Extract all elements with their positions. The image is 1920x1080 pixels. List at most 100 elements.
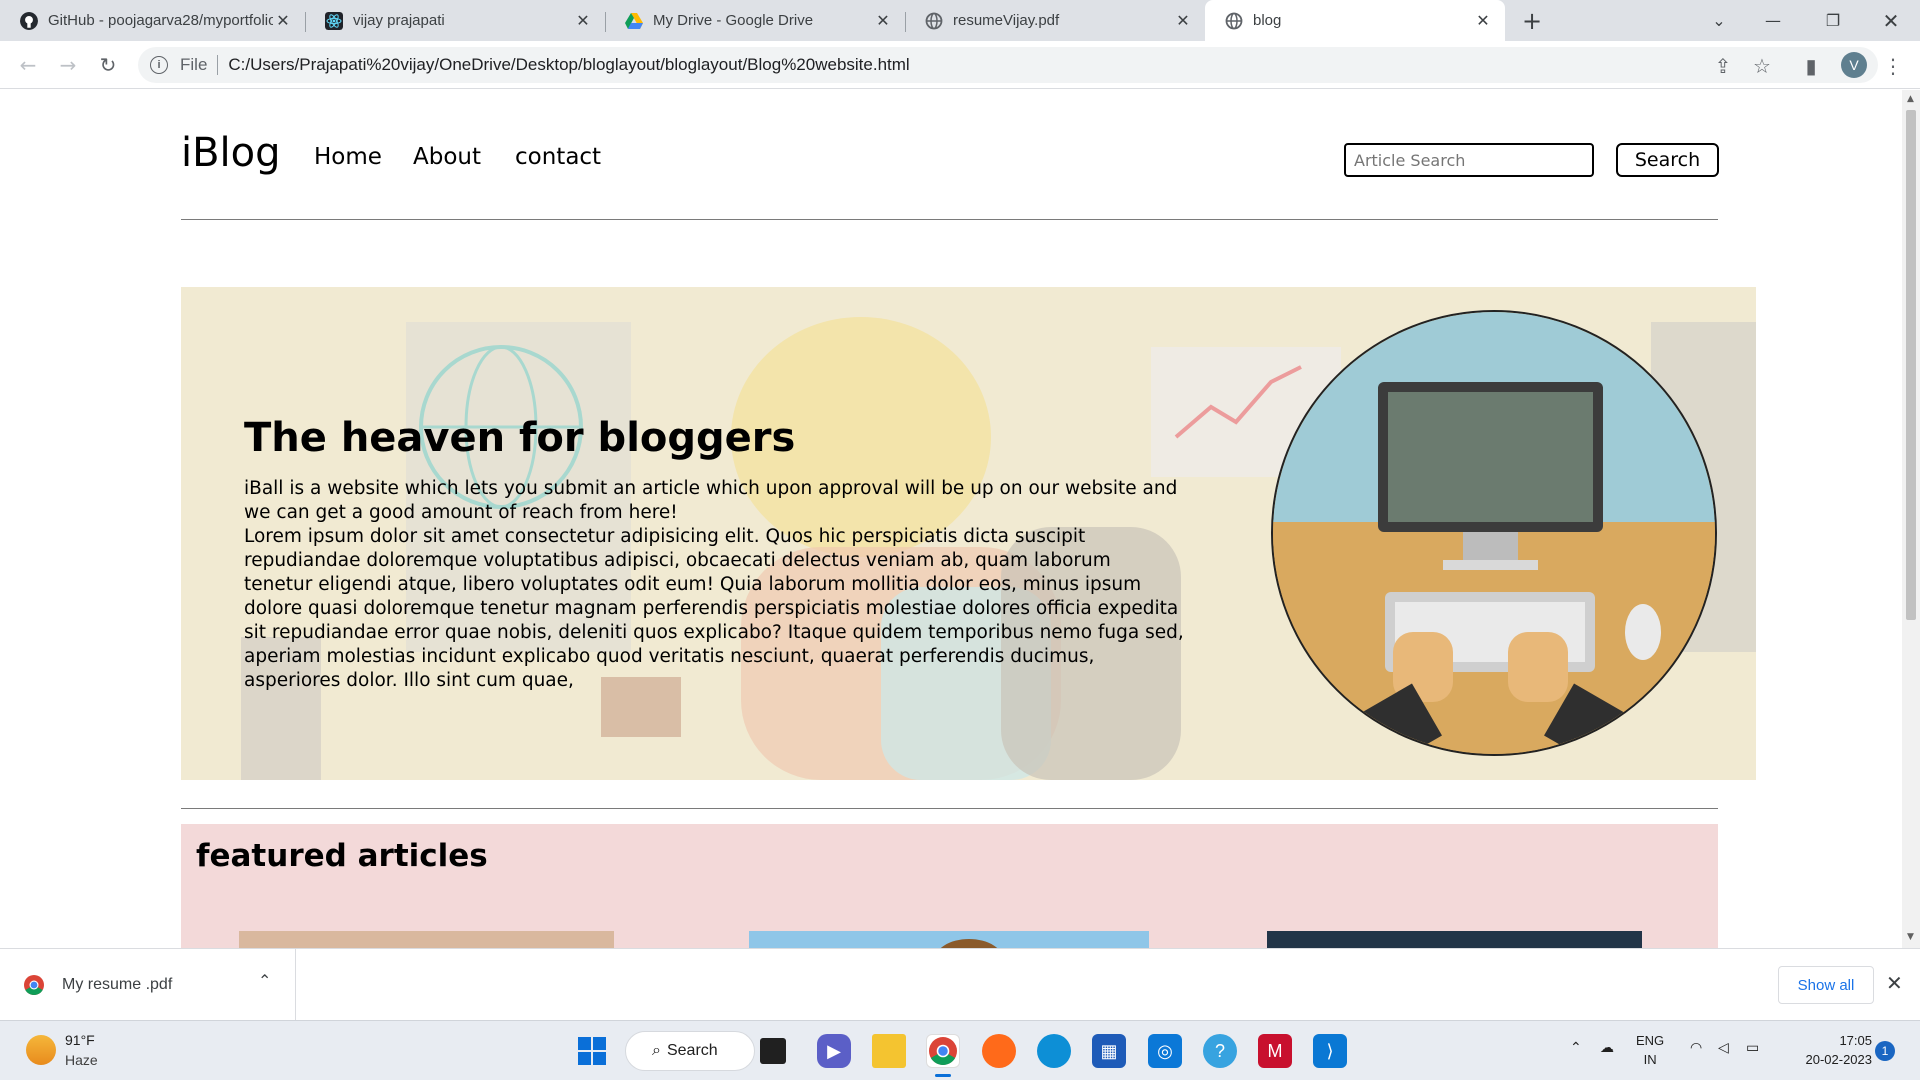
teams-chat-icon[interactable]: ▶: [817, 1034, 851, 1068]
tab-title: GitHub - poojagarva28/myportfolio: [48, 12, 273, 29]
cloud-sync-icon[interactable]: ☁: [1600, 1039, 1614, 1056]
hero-title: The heaven for bloggers: [244, 415, 796, 461]
weather-temperature[interactable]: 91°F: [65, 1032, 95, 1048]
scroll-up-icon[interactable]: ▲: [1907, 94, 1914, 104]
clock-date: 20-02-2023: [1805, 1052, 1873, 1067]
tab-vijay-prajapati[interactable]: vijay prajapati ✕: [305, 0, 605, 41]
article-card-image[interactable]: [239, 931, 614, 948]
app-icon[interactable]: ◎: [1148, 1034, 1182, 1068]
close-icon[interactable]: ✕: [873, 11, 893, 31]
chrome-active-indicator: [935, 1074, 951, 1077]
article-card-image[interactable]: [1267, 931, 1642, 948]
omnibox-divider: [217, 55, 219, 75]
chevron-up-icon[interactable]: ⌃: [1570, 1039, 1582, 1056]
weather-haze-icon[interactable]: [26, 1035, 56, 1065]
featured-section: featured articles: [181, 824, 1718, 948]
hero-description: iBall is a website which lets you submit…: [244, 477, 1184, 693]
info-icon[interactable]: i: [150, 56, 168, 74]
scroll-down-icon[interactable]: ▼: [1907, 932, 1914, 942]
nav-link-contact[interactable]: contact: [515, 144, 601, 170]
article-search-input[interactable]: [1344, 143, 1594, 177]
globe-icon: [925, 12, 943, 29]
scrollbar-thumb[interactable]: [1906, 110, 1916, 620]
divider: [181, 219, 1718, 220]
hero-banner: The heaven for bloggers iBall is a websi…: [181, 287, 1756, 780]
nav-link-about[interactable]: About: [413, 144, 481, 170]
clock-time: 17:05: [1839, 1033, 1872, 1048]
hero-desk-illustration: [1271, 310, 1717, 756]
file-explorer-icon[interactable]: [872, 1034, 906, 1068]
close-icon[interactable]: ✕: [273, 11, 293, 31]
close-icon[interactable]: ✕: [1886, 971, 1903, 996]
restore-button[interactable]: ❐: [1810, 0, 1856, 41]
wifi-icon[interactable]: ◠: [1690, 1039, 1702, 1056]
start-icon[interactable]: [575, 1034, 609, 1068]
tab-search-chevron-icon[interactable]: ⌄: [1696, 0, 1742, 41]
featured-title: featured articles: [196, 838, 488, 874]
tab-blog[interactable]: blog ✕: [1205, 0, 1505, 41]
weather-condition[interactable]: Haze: [65, 1052, 98, 1068]
windows-taskbar: 91°F Haze ⌕ Search ▶ ▦ ◎ ? M ⟩ ⌃ ☁ ENG I…: [0, 1020, 1920, 1080]
task-view-icon[interactable]: [760, 1038, 786, 1064]
show-all-button[interactable]: Show all: [1778, 966, 1874, 1004]
tab-github[interactable]: GitHub - poojagarva28/myportfolio ✕: [0, 0, 305, 41]
store-icon[interactable]: ▦: [1092, 1034, 1126, 1068]
bookmark-star-icon[interactable]: ☆: [1749, 53, 1775, 79]
site-logo[interactable]: iBlog: [181, 130, 281, 176]
chrome-icon: [24, 975, 44, 995]
react-icon: [325, 11, 343, 30]
search-button[interactable]: Search: [1616, 143, 1719, 177]
edge-icon[interactable]: [1037, 1034, 1071, 1068]
hero-intro: iBall is a website which lets you submit…: [244, 478, 1178, 523]
hero-body: Lorem ipsum dolor sit amet consectetur a…: [244, 526, 1184, 691]
menu-kebab-icon[interactable]: ⋮: [1880, 53, 1906, 79]
github-icon: [20, 11, 38, 30]
volume-icon[interactable]: ◁: [1718, 1039, 1729, 1056]
reload-button[interactable]: ↻: [94, 51, 122, 79]
browser-toolbar: ← → ↻ i File C:/Users/Prajapati%20vijay/…: [0, 41, 1920, 89]
language-line1: ENG: [1636, 1033, 1665, 1048]
back-button[interactable]: ←: [14, 51, 42, 79]
side-panel-icon[interactable]: ▮: [1798, 53, 1824, 79]
taskbar-search-box[interactable]: ⌕ Search: [625, 1031, 755, 1071]
page-scrollbar[interactable]: ▲ ▼: [1902, 90, 1920, 948]
article-card-image[interactable]: [749, 931, 1149, 948]
tab-title: My Drive - Google Drive: [653, 12, 814, 29]
search-icon: ⌕: [652, 1042, 661, 1059]
tab-title: blog: [1253, 12, 1282, 29]
minimize-button[interactable]: —: [1750, 0, 1796, 41]
tab-title: vijay prajapati: [353, 12, 445, 29]
language-indicator[interactable]: ENG IN: [1636, 1031, 1664, 1069]
vscode-icon[interactable]: ⟩: [1313, 1034, 1347, 1068]
firefox-icon[interactable]: [982, 1034, 1016, 1068]
download-item[interactable]: My resume .pdf ⌃: [0, 949, 296, 1021]
chrome-taskbar-icon[interactable]: [926, 1034, 960, 1068]
forward-button[interactable]: →: [54, 51, 82, 79]
close-icon[interactable]: ✕: [573, 11, 593, 31]
notification-badge[interactable]: 1: [1875, 1041, 1895, 1061]
google-drive-icon: [625, 12, 643, 29]
close-window-button[interactable]: ✕: [1868, 0, 1914, 41]
tab-google-drive[interactable]: My Drive - Google Drive ✕: [605, 0, 905, 41]
tab-title: resumeVijay.pdf: [953, 12, 1060, 29]
system-clock[interactable]: 17:05 20-02-2023: [1786, 1031, 1873, 1069]
globe-icon: [1225, 12, 1243, 29]
nav-link-home[interactable]: Home: [314, 144, 382, 170]
article-card-illustration: [940, 939, 998, 948]
mcafee-icon[interactable]: M: [1258, 1034, 1292, 1068]
tab-resume-pdf[interactable]: resumeVijay.pdf ✕: [905, 0, 1205, 41]
help-icon[interactable]: ?: [1203, 1034, 1237, 1068]
page-viewport: iBlog Home About contact Search: [0, 90, 1902, 948]
taskbar-search-label: Search: [666, 1042, 718, 1059]
profile-avatar[interactable]: V: [1841, 52, 1867, 78]
tab-strip: GitHub - poojagarva28/myportfolio ✕ vija…: [0, 0, 1920, 41]
url-text: C:/Users/Prajapati%20vijay/OneDrive/Desk…: [228, 55, 910, 74]
new-tab-button[interactable]: +: [1518, 7, 1546, 35]
address-bar[interactable]: i File C:/Users/Prajapati%20vijay/OneDri…: [138, 47, 1878, 83]
chevron-up-icon[interactable]: ⌃: [258, 971, 271, 991]
battery-icon[interactable]: ▭: [1746, 1039, 1759, 1056]
close-icon[interactable]: ✕: [1473, 11, 1493, 31]
scheme-label: File: [180, 55, 208, 74]
close-icon[interactable]: ✕: [1173, 11, 1193, 31]
share-icon[interactable]: ⇪: [1710, 53, 1736, 79]
